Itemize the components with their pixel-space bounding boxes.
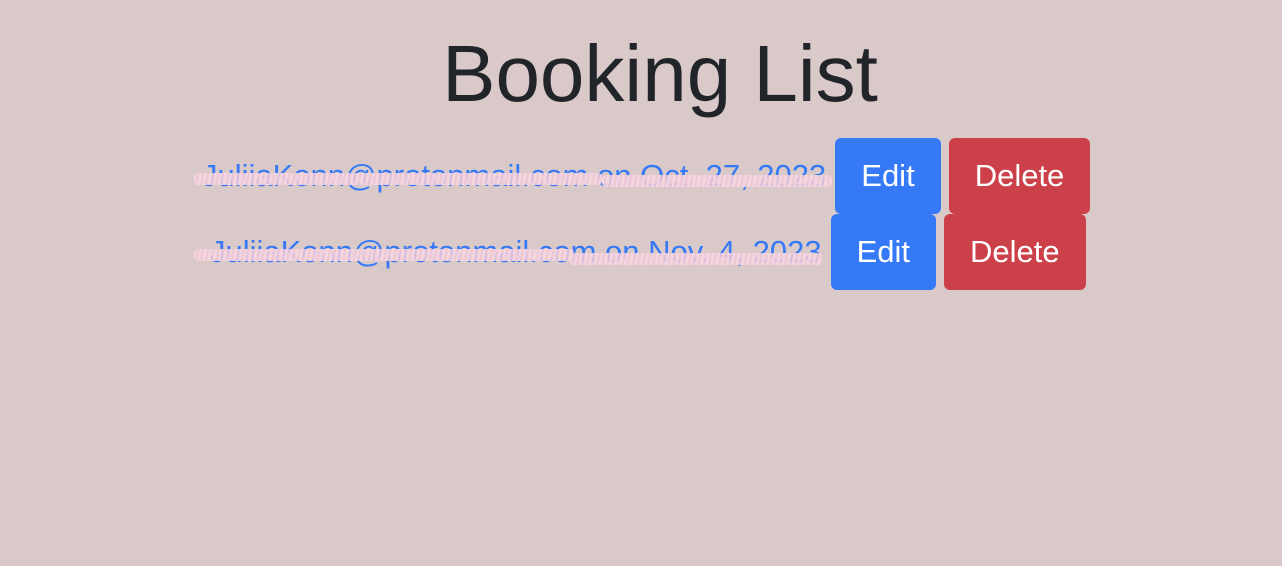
booking-label: JuliiaKonn@protonmail.com on Oct. 27, 20…	[202, 158, 827, 193]
edit-button[interactable]: Edit	[835, 138, 941, 214]
booking-label: JuliiaKonn@protonmail.com on Nov. 4, 202…	[210, 234, 822, 269]
edit-button[interactable]: Edit	[830, 214, 937, 290]
page-title: Booking List	[442, 29, 878, 118]
booking-row: JuliiaKonn@protonmail.com on Nov. 4, 202…	[194, 214, 1086, 290]
booking-link[interactable]: JuliiaKonn@protonmail.com on Nov. 4, 202…	[194, 234, 826, 270]
delete-button[interactable]: Delete	[944, 214, 1086, 290]
booking-row: JuliiaKonn@protonmail.com on Oct. 27, 20…	[194, 138, 1091, 214]
booking-link[interactable]: JuliiaKonn@protonmail.com on Oct. 27, 20…	[194, 158, 832, 194]
delete-button[interactable]: Delete	[948, 138, 1091, 214]
